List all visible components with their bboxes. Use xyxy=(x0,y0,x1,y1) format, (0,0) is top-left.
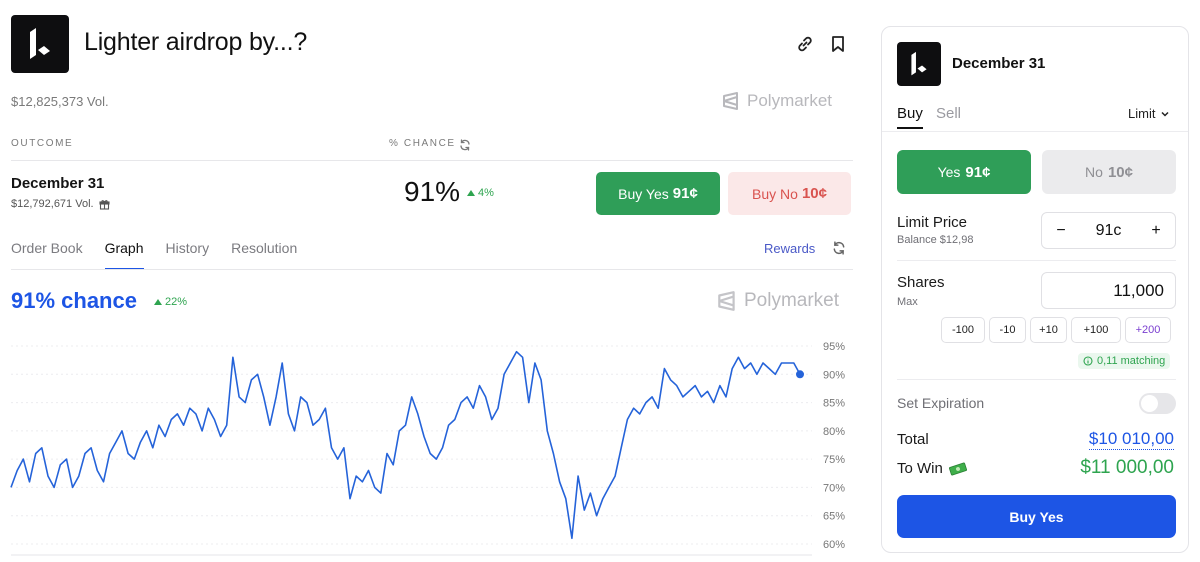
buy-yes-label: Buy Yes xyxy=(618,185,669,202)
buy-yes-submit-button[interactable]: Buy Yes xyxy=(897,495,1176,538)
buy-no-button[interactable]: Buy No 10¢ xyxy=(728,172,851,215)
polymarket-brand-label: Polymarket xyxy=(747,91,833,110)
limit-price-stepper: − 91c + xyxy=(1041,212,1176,249)
rewards-link[interactable]: Rewards xyxy=(764,241,815,256)
shares-max-link[interactable]: Max xyxy=(897,296,918,308)
increment-button[interactable]: + xyxy=(1149,222,1163,240)
outcome-delta: 4% xyxy=(467,187,494,199)
polymarket-brand: Polymarket xyxy=(721,91,832,111)
quick-minus-100-button[interactable]: -100 xyxy=(941,317,985,343)
order-type-value: Limit xyxy=(1128,106,1156,121)
decrement-button[interactable]: − xyxy=(1054,222,1068,240)
outcome-yes-label: Yes xyxy=(937,164,961,180)
graph-delta-value: 22% xyxy=(165,296,188,308)
y-tick-label: 60% xyxy=(823,539,845,551)
chart-polymarket-brand: Polymarket xyxy=(716,290,839,312)
tabs-divider xyxy=(11,269,853,270)
market-logo xyxy=(11,15,69,73)
y-tick-label: 75% xyxy=(823,454,845,466)
quick-plus-10-button[interactable]: +10 xyxy=(1030,317,1067,343)
expiration-toggle[interactable] xyxy=(1139,393,1176,414)
outcome-volume: $12,792,671 Vol. xyxy=(11,198,110,210)
outcome-name: December 31 xyxy=(11,175,105,192)
lighter-logo-icon xyxy=(30,28,50,59)
chance-column-header: % CHANCE xyxy=(389,138,456,149)
table-divider xyxy=(11,160,853,161)
limit-price-value[interactable]: 91c xyxy=(1096,222,1122,240)
chart-polymarket-label: Polymarket xyxy=(744,290,840,311)
order-panel: December 31 Buy Sell Limit Yes 91¢ No 10… xyxy=(881,26,1189,553)
set-expiration-label: Set Expiration xyxy=(897,395,985,411)
limit-divider xyxy=(897,260,1176,261)
link-icon[interactable] xyxy=(795,34,815,54)
balance-text: Balance $12,98 xyxy=(897,234,974,246)
tab-buy[interactable]: Buy xyxy=(897,105,923,129)
graph-chance-label: 91% chance xyxy=(11,288,137,313)
y-tick-label: 90% xyxy=(823,369,845,381)
outcome-no-price: 10¢ xyxy=(1107,163,1133,181)
order-type-dropdown[interactable]: Limit xyxy=(1128,106,1170,121)
polymarket-logo-icon xyxy=(723,92,738,110)
tab-order-book[interactable]: Order Book xyxy=(11,240,83,270)
quick-amounts: -100 -10 +10 +100 +200 xyxy=(941,317,1171,343)
outcome-yes-price: 91¢ xyxy=(965,163,991,181)
total-value: $10 010,00 xyxy=(1088,429,1174,450)
shares-label: Shares xyxy=(897,274,945,291)
up-triangle-icon xyxy=(154,299,162,305)
quick-plus-200-button[interactable]: +200 xyxy=(1125,317,1171,343)
y-tick-label: 80% xyxy=(823,426,845,438)
outcome-no-label: No xyxy=(1085,164,1103,180)
matching-badge: 0,11 matching xyxy=(1078,353,1171,369)
to-win-value: $11 000,00 xyxy=(1080,457,1174,478)
tab-graph[interactable]: Graph xyxy=(104,240,144,270)
price-chart[interactable]: 95% 90% 85% 80% 75% 70% 65% 60% xyxy=(0,330,860,562)
chevron-down-icon xyxy=(1161,111,1169,117)
market-tabs: Order Book Graph History Resolution xyxy=(11,240,319,270)
total-label: Total xyxy=(897,431,929,448)
tab-sell[interactable]: Sell xyxy=(936,105,961,122)
outcome-volume-text: $12,792,671 Vol. xyxy=(11,198,94,210)
buy-no-price: 10¢ xyxy=(801,185,827,202)
y-tick-label: 65% xyxy=(823,511,845,523)
toggle-knob xyxy=(1141,395,1158,412)
up-triangle-icon xyxy=(467,190,475,196)
panel-tabs-divider xyxy=(882,131,1188,132)
panel-title: December 31 xyxy=(952,55,1046,72)
bookmark-icon[interactable] xyxy=(828,34,848,54)
shares-input[interactable] xyxy=(1041,272,1176,309)
gift-icon xyxy=(99,199,110,210)
shares-divider xyxy=(897,379,1176,380)
limit-price-label: Limit Price xyxy=(897,214,968,231)
series-end-point xyxy=(796,370,804,379)
to-win-label-row: To Win xyxy=(897,460,968,477)
polymarket-logo-icon xyxy=(718,291,735,311)
series-line xyxy=(10,350,801,540)
quick-plus-100-button[interactable]: +100 xyxy=(1071,317,1121,343)
tab-history[interactable]: History xyxy=(166,240,210,270)
graph-delta: 22% xyxy=(154,296,187,308)
tab-resolution[interactable]: Resolution xyxy=(231,240,297,270)
market-volume: $12,825,373 Vol. xyxy=(11,94,109,109)
money-icon xyxy=(948,462,967,475)
y-tick-label: 85% xyxy=(823,398,845,410)
outcome-yes-button[interactable]: Yes 91¢ xyxy=(897,150,1031,194)
panel-market-logo xyxy=(897,42,941,86)
refresh-icon[interactable] xyxy=(459,138,471,156)
rewards-refresh-icon[interactable] xyxy=(832,241,846,260)
buy-no-label: Buy No xyxy=(752,185,798,202)
buy-yes-price: 91¢ xyxy=(672,185,698,202)
buy-yes-button[interactable]: Buy Yes 91¢ xyxy=(596,172,720,215)
outcome-chance: 91% xyxy=(404,176,461,207)
y-tick-label: 70% xyxy=(823,482,845,494)
info-icon xyxy=(1083,356,1093,366)
matching-text: 0,11 matching xyxy=(1097,355,1166,367)
lighter-logo-icon xyxy=(911,51,927,76)
y-tick-label: 95% xyxy=(823,341,845,353)
outcome-delta-value: 4% xyxy=(478,187,494,199)
to-win-label: To Win xyxy=(897,460,943,477)
outcome-column-header: OUTCOME xyxy=(11,138,74,149)
quick-minus-10-button[interactable]: -10 xyxy=(989,317,1026,343)
outcome-no-button[interactable]: No 10¢ xyxy=(1042,150,1176,194)
market-title: Lighter airdrop by...? xyxy=(84,28,308,56)
